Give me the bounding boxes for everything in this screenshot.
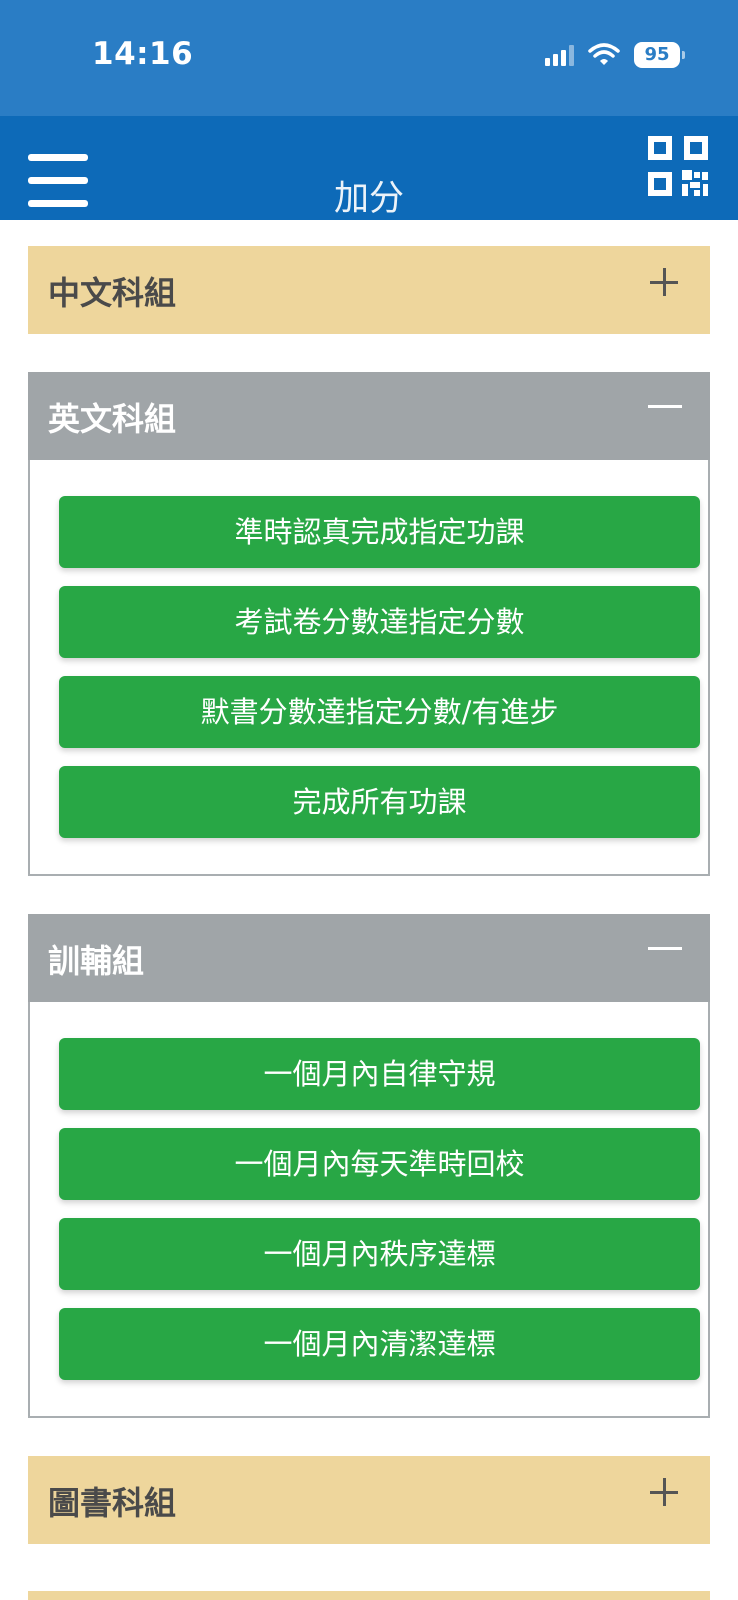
collapse-minus-icon[interactable]: [648, 932, 682, 964]
panel-header-partial[interactable]: [28, 1591, 710, 1600]
panel-title: 訓輔組: [48, 942, 145, 980]
battery-icon: 95: [634, 42, 685, 68]
status-icons: 95: [545, 40, 685, 70]
award-button[interactable]: 默書分數達指定分數/有進步: [59, 676, 700, 748]
panel-header-library[interactable]: 圖書科組: [28, 1456, 710, 1544]
signal-icon: [545, 44, 574, 66]
award-button[interactable]: 準時認真完成指定功課: [59, 496, 700, 568]
app-bar: 加分: [0, 116, 738, 220]
panel-header-chinese[interactable]: 中文科組: [28, 246, 710, 334]
expand-plus-icon[interactable]: [648, 266, 680, 298]
qr-code-icon[interactable]: [648, 136, 710, 198]
award-button[interactable]: 完成所有功課: [59, 766, 700, 838]
status-time: 14:16: [92, 36, 194, 72]
panel-english: 英文科組 準時認真完成指定功課 考試卷分數達指定分數 默書分數達指定分數/有進步…: [28, 372, 710, 876]
panel-title: 圖書科組: [48, 1484, 177, 1522]
panel-title: 英文科組: [48, 400, 177, 438]
page-title: 加分: [333, 179, 404, 219]
award-button[interactable]: 一個月內每天準時回校: [59, 1128, 700, 1200]
panel-header-english[interactable]: 英文科組: [28, 372, 710, 460]
award-button[interactable]: 考試卷分數達指定分數: [59, 586, 700, 658]
expand-plus-icon[interactable]: [648, 1476, 680, 1508]
panel-library: 圖書科組: [28, 1456, 710, 1544]
panel-chinese: 中文科組: [28, 246, 710, 334]
panel-body-english: 準時認真完成指定功課 考試卷分數達指定分數 默書分數達指定分數/有進步 完成所有…: [28, 460, 710, 876]
award-button[interactable]: 一個月內清潔達標: [59, 1308, 700, 1380]
panel-discipline: 訓輔組 一個月內自律守規 一個月內每天準時回校 一個月內秩序達標 一個月內清潔達…: [28, 914, 710, 1418]
wifi-icon: [588, 43, 620, 65]
panel-header-discipline[interactable]: 訓輔組: [28, 914, 710, 1002]
status-bar: 14:16 95: [0, 0, 738, 116]
panel-body-discipline: 一個月內自律守規 一個月內每天準時回校 一個月內秩序達標 一個月內清潔達標: [28, 1002, 710, 1418]
panel-title: 中文科組: [48, 274, 177, 312]
score-category-list: 中文科組 英文科組 準時認真完成指定功課 考試卷分數達指定分數 默書分數達指定分…: [28, 246, 710, 1582]
award-button[interactable]: 一個月內秩序達標: [59, 1218, 700, 1290]
collapse-minus-icon[interactable]: [648, 390, 682, 422]
award-button[interactable]: 一個月內自律守規: [59, 1038, 700, 1110]
